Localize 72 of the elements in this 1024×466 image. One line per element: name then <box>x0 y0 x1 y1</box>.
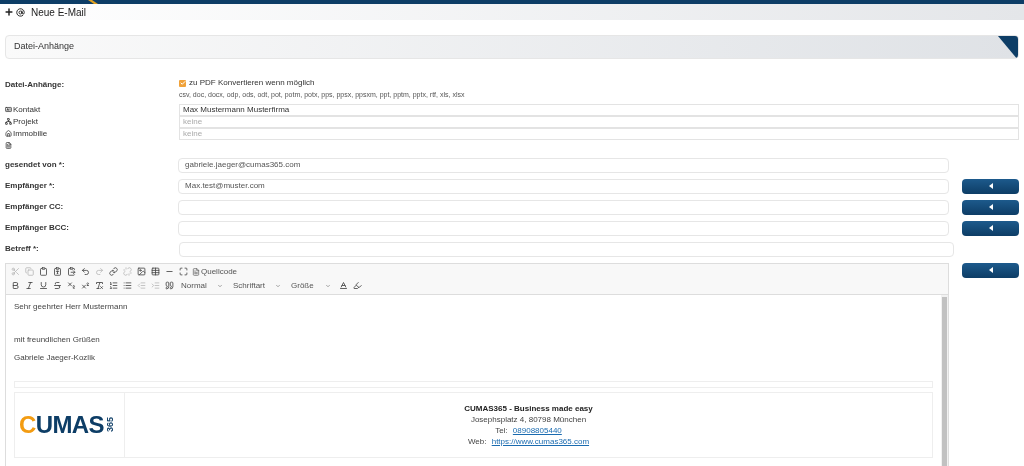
signature-title: CUMAS365 - Business made easy <box>464 402 593 414</box>
document-icon <box>192 267 200 276</box>
toolbar-dropdown[interactable]: Größe <box>287 279 335 292</box>
caret-left-icon <box>988 183 993 189</box>
background-color-icon[interactable] <box>351 279 363 292</box>
input-field[interactable]: gabriele.jaeger@cumas365.com <box>178 157 949 173</box>
field-label: Empfänger CC: <box>5 201 65 213</box>
body-text: Sehr geehrter Herr Mustermann <box>14 300 129 313</box>
corner-decoration <box>998 36 1018 58</box>
link-label: Immobilie <box>13 127 48 140</box>
document-icon <box>5 142 12 149</box>
stripe-decoration <box>88 0 98 4</box>
underline-icon[interactable] <box>37 279 49 292</box>
body-text: mit freundlichen Grüßen <box>14 333 101 346</box>
logo: CUMAS 365 <box>15 392 125 457</box>
image-icon[interactable] <box>135 265 147 278</box>
input-field[interactable] <box>178 199 949 215</box>
link-label: Kontakt <box>13 103 41 116</box>
signature-label: Web: <box>467 435 488 447</box>
house-icon <box>5 130 12 137</box>
field-label: Empfänger BCC: <box>5 222 70 234</box>
link-icon[interactable] <box>107 265 119 278</box>
checkbox-label: zu PDF Konvertieren wenn möglich <box>189 77 315 89</box>
caret-down-icon <box>275 282 281 289</box>
paste-icon[interactable] <box>37 265 49 278</box>
signature-label: Tel: <box>495 424 509 436</box>
field-label: Empfänger *: <box>5 180 56 192</box>
toolbar-dropdown[interactable]: Schriftart <box>229 279 285 292</box>
caret-left-icon <box>988 225 993 231</box>
picker-button[interactable] <box>962 178 1019 194</box>
paste-text-icon[interactable] <box>51 265 63 278</box>
table-icon[interactable] <box>149 265 161 278</box>
signature-link[interactable]: 08908805440 <box>512 424 562 436</box>
italic-icon[interactable] <box>23 279 35 292</box>
picker-button[interactable] <box>962 220 1019 236</box>
at-sign-icon <box>16 7 25 17</box>
maximize-icon[interactable] <box>177 265 189 278</box>
bulleted-list-icon[interactable] <box>121 279 133 292</box>
numbered-list-icon[interactable] <box>107 279 119 292</box>
field-label: Betreff *: <box>5 243 40 255</box>
input-field[interactable] <box>179 241 954 257</box>
caret-left-icon <box>988 204 993 210</box>
contact-card-icon <box>5 106 12 113</box>
superscript-icon[interactable] <box>79 279 91 292</box>
picker-button[interactable] <box>962 199 1019 215</box>
quote-icon[interactable] <box>163 279 175 292</box>
link-field[interactable]: Max Mustermann Musterfirma <box>179 103 1019 116</box>
text-color-icon[interactable] <box>337 279 349 292</box>
picker-button[interactable] <box>962 262 1019 278</box>
input-field[interactable] <box>178 220 949 236</box>
subscript-icon[interactable] <box>65 279 77 292</box>
strikethrough-icon[interactable] <box>51 279 63 292</box>
undo-icon[interactable] <box>79 265 91 278</box>
caret-down-icon <box>217 282 223 289</box>
caret-down-icon <box>325 282 331 289</box>
plus-icon <box>4 7 14 17</box>
input-field[interactable]: Max.test@muster.com <box>178 178 949 194</box>
field-label: Datei-Anhänge: <box>5 79 66 91</box>
signature-text: Josephsplatz 4, 80798 München <box>470 413 587 425</box>
section-title: Datei-Anhänge <box>14 40 75 54</box>
source-button[interactable]: Quellcode <box>191 265 239 278</box>
signature-link[interactable]: https://www.cumas365.com <box>491 435 590 447</box>
toolbar-dropdown[interactable]: Normal <box>177 279 227 292</box>
field-label: gesendet von *: <box>5 159 66 171</box>
network-icon <box>5 118 12 125</box>
paste-word-icon[interactable] <box>65 265 77 278</box>
page-title: Neue E-Mail <box>31 5 87 20</box>
checkbox[interactable] <box>179 79 186 87</box>
body-text: Gabriele Jaeger-Kozlik <box>14 351 96 364</box>
clear-format-icon[interactable] <box>93 279 105 292</box>
link-label: Projekt <box>13 115 38 128</box>
caret-left-icon <box>988 267 993 273</box>
